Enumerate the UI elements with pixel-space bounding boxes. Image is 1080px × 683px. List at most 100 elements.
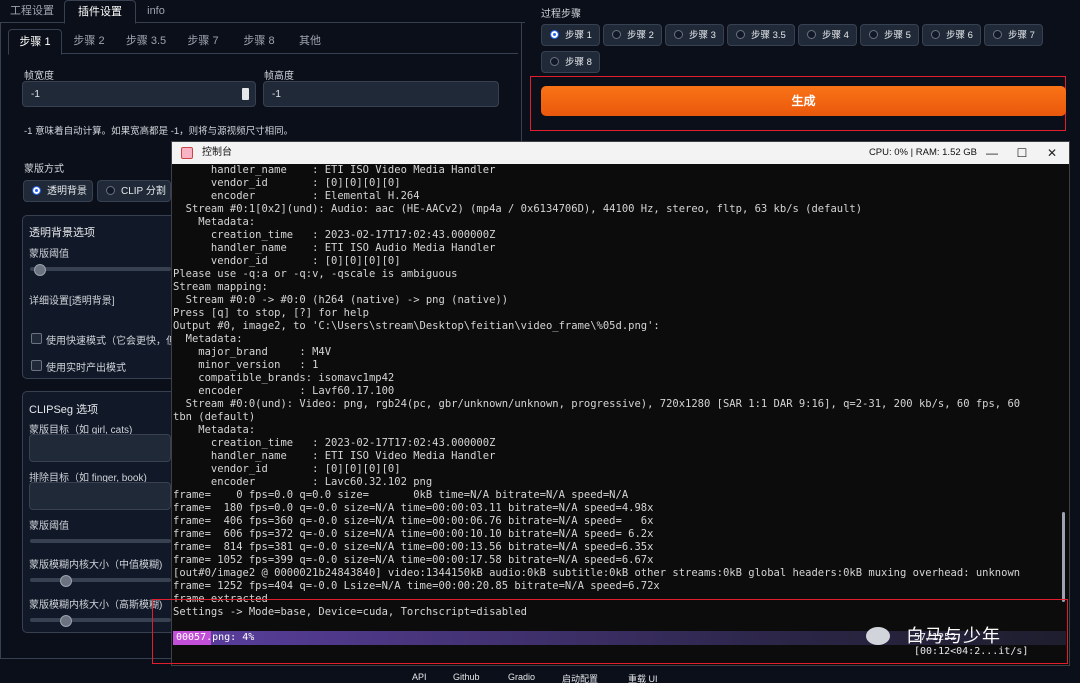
clipseg-threshold-slider[interactable]	[30, 539, 171, 543]
slider-handle[interactable]	[60, 615, 72, 627]
radio-unselected-icon	[612, 30, 621, 39]
process-step-4[interactable]: 步骤 4	[798, 24, 857, 46]
top-tab-bar: 工程设置 插件设置 info	[0, 0, 525, 24]
console-line: creation_time : 2023-02-17T17:02:43.0000…	[173, 229, 496, 241]
console-line: frame= 180 fps=0.0 q=-0.0 size=N/A time=…	[173, 502, 654, 514]
tab-step-8[interactable]: 步骤 8	[234, 29, 284, 53]
process-step-8[interactable]: 步骤 8	[541, 51, 600, 73]
clipseg-threshold-label: 蒙版阈值	[29, 521, 69, 532]
clipseg-exclude-input[interactable]	[29, 482, 171, 510]
console-scrollbar[interactable]	[1062, 512, 1065, 602]
slider-handle[interactable]	[34, 264, 46, 276]
footer-link-github[interactable]: Github	[453, 672, 480, 682]
console-title: 控制台	[202, 147, 232, 158]
clipseg-target-input[interactable]	[29, 434, 171, 462]
radio-unselected-icon	[931, 30, 940, 39]
fast-mode-label: 使用快速模式（它会更快，但	[46, 336, 171, 347]
footer-link-gradio[interactable]: Gradio	[508, 672, 535, 682]
transparent-threshold-slider[interactable]	[30, 267, 171, 271]
process-step-7[interactable]: 步骤 7	[984, 24, 1043, 46]
footer-link-reload-ui[interactable]: 重载 UI	[628, 672, 658, 683]
close-icon[interactable]: ✕	[1037, 142, 1067, 164]
radio-selected-icon	[32, 186, 41, 195]
tab-step-2[interactable]: 步骤 2	[64, 29, 114, 53]
median-blur-label: 蒙版模糊内核大小（中值模糊)	[29, 560, 163, 571]
console-line: frame= 1252 fps=404 q=-0.0 Lsize=N/A tim…	[173, 580, 660, 592]
console-line: vendor_id : [0][0][0][0]	[173, 463, 401, 475]
frame-width-value: -1	[31, 89, 40, 100]
mask-mode-transparent-option[interactable]: 透明背景	[23, 180, 93, 202]
console-line: frame= 406 fps=360 q=-0.0 size=N/A time=…	[173, 515, 654, 527]
console-line: Metadata:	[173, 216, 256, 228]
process-step-1[interactable]: 步骤 1	[541, 24, 600, 46]
process-step-6[interactable]: 步骤 6	[922, 24, 981, 46]
process-step-label: 步骤 7	[1008, 30, 1035, 41]
console-line: handler_name : ETI ISO Video Media Handl…	[173, 450, 496, 462]
console-line: Press [q] to stop, [?] for help	[173, 307, 369, 319]
radio-unselected-icon	[736, 30, 745, 39]
process-step-3-5[interactable]: 步骤 3.5	[727, 24, 795, 46]
console-line: encoder : Elemental H.264	[173, 190, 420, 202]
console-line: Stream #0:1[0x2](und): Audio: aac (HE-AA…	[173, 203, 863, 215]
median-blur-slider[interactable]	[30, 578, 171, 582]
tab-other[interactable]: 其他	[290, 29, 330, 53]
console-line: tbn (default)	[173, 411, 256, 423]
frame-width-label: 帧宽度	[24, 71, 54, 82]
process-step-5[interactable]: 步骤 5	[860, 24, 919, 46]
mask-mode-clip-label: CLIP 分割	[121, 186, 166, 197]
console-line: Stream #0:0(und): Video: png, rgb24(pc, …	[173, 398, 1021, 410]
number-spinner-icon[interactable]	[242, 88, 249, 100]
fast-mode-checkbox[interactable]	[31, 333, 42, 344]
mask-mode-transparent-label: 透明背景	[47, 186, 87, 197]
console-line: frame= 606 fps=372 q=-0.0 size=N/A time=…	[173, 528, 654, 540]
process-step-label: 步骤 3	[689, 30, 716, 41]
frame-height-label: 帧高度	[264, 71, 294, 82]
process-step-label: 步骤 2	[627, 30, 654, 41]
frame-width-input[interactable]: -1	[22, 81, 256, 107]
gauss-blur-label: 蒙版模糊内核大小（高斯模糊)	[29, 600, 163, 611]
clipseg-options-title: CLIPSeg 选项	[29, 404, 99, 416]
console-line: handler_name : ETI ISO Video Media Handl…	[173, 164, 496, 176]
console-line: compatible_brands: isomavc1mp42	[173, 372, 395, 384]
process-step-label: 步骤 5	[884, 30, 911, 41]
console-line: vendor_id : [0][0][0][0]	[173, 255, 401, 267]
footer-link-api[interactable]: API	[412, 672, 427, 682]
process-step-label: 步骤 4	[822, 30, 849, 41]
footer-links: API Github Gradio 启动配置 重载 UI	[380, 672, 710, 683]
tab-step-3-5[interactable]: 步骤 3.5	[118, 29, 174, 53]
slider-handle[interactable]	[60, 575, 72, 587]
size-hint-text: -1 意味着自动计算。如果宽高都是 -1，则将与源视频尺寸相同。	[24, 126, 294, 137]
console-line: major_brand : M4V	[173, 346, 332, 358]
minimize-icon[interactable]: —	[977, 142, 1007, 164]
footer-link-startup-config[interactable]: 启动配置	[562, 672, 598, 683]
tab-info[interactable]: info	[134, 0, 178, 22]
mask-mode-label: 蒙版方式	[24, 164, 64, 175]
transparent-detail-label: 详细设置[透明背景]	[29, 296, 115, 307]
frame-height-value: -1	[272, 89, 281, 100]
mask-mode-clip-option[interactable]: CLIP 分割	[97, 180, 171, 202]
console-line: Output #0, image2, to 'C:\Users\stream\D…	[173, 320, 660, 332]
tab-step-1[interactable]: 步骤 1	[8, 29, 62, 55]
gauss-blur-slider[interactable]	[30, 618, 171, 622]
process-step-2[interactable]: 步骤 2	[603, 24, 662, 46]
console-titlebar[interactable]: 控制台 CPU: 0% | RAM: 1.52 GB — ☐ ✕	[172, 142, 1069, 164]
console-line: Stream mapping:	[173, 281, 268, 293]
console-line: Metadata:	[173, 424, 256, 436]
frame-height-input[interactable]: -1	[263, 81, 499, 107]
maximize-icon[interactable]: ☐	[1007, 142, 1037, 164]
console-line: Metadata:	[173, 333, 243, 345]
radio-unselected-icon	[993, 30, 1002, 39]
watermark-text: 白马与少年	[906, 626, 1001, 647]
app-icon	[181, 147, 193, 159]
generate-button[interactable]: 生成	[541, 86, 1066, 116]
console-line: minor_version : 1	[173, 359, 319, 371]
process-step-3[interactable]: 步骤 3	[665, 24, 724, 46]
tab-project-settings[interactable]: 工程设置	[0, 0, 64, 22]
tab-plugin-settings[interactable]: 插件设置	[64, 0, 136, 24]
radio-unselected-icon	[869, 30, 878, 39]
resource-stats: CPU: 0% | RAM: 1.52 GB	[868, 147, 977, 158]
radio-selected-icon	[550, 30, 559, 39]
radio-unselected-icon	[674, 30, 683, 39]
tab-step-7[interactable]: 步骤 7	[178, 29, 228, 53]
realtime-mode-checkbox[interactable]	[31, 360, 42, 371]
